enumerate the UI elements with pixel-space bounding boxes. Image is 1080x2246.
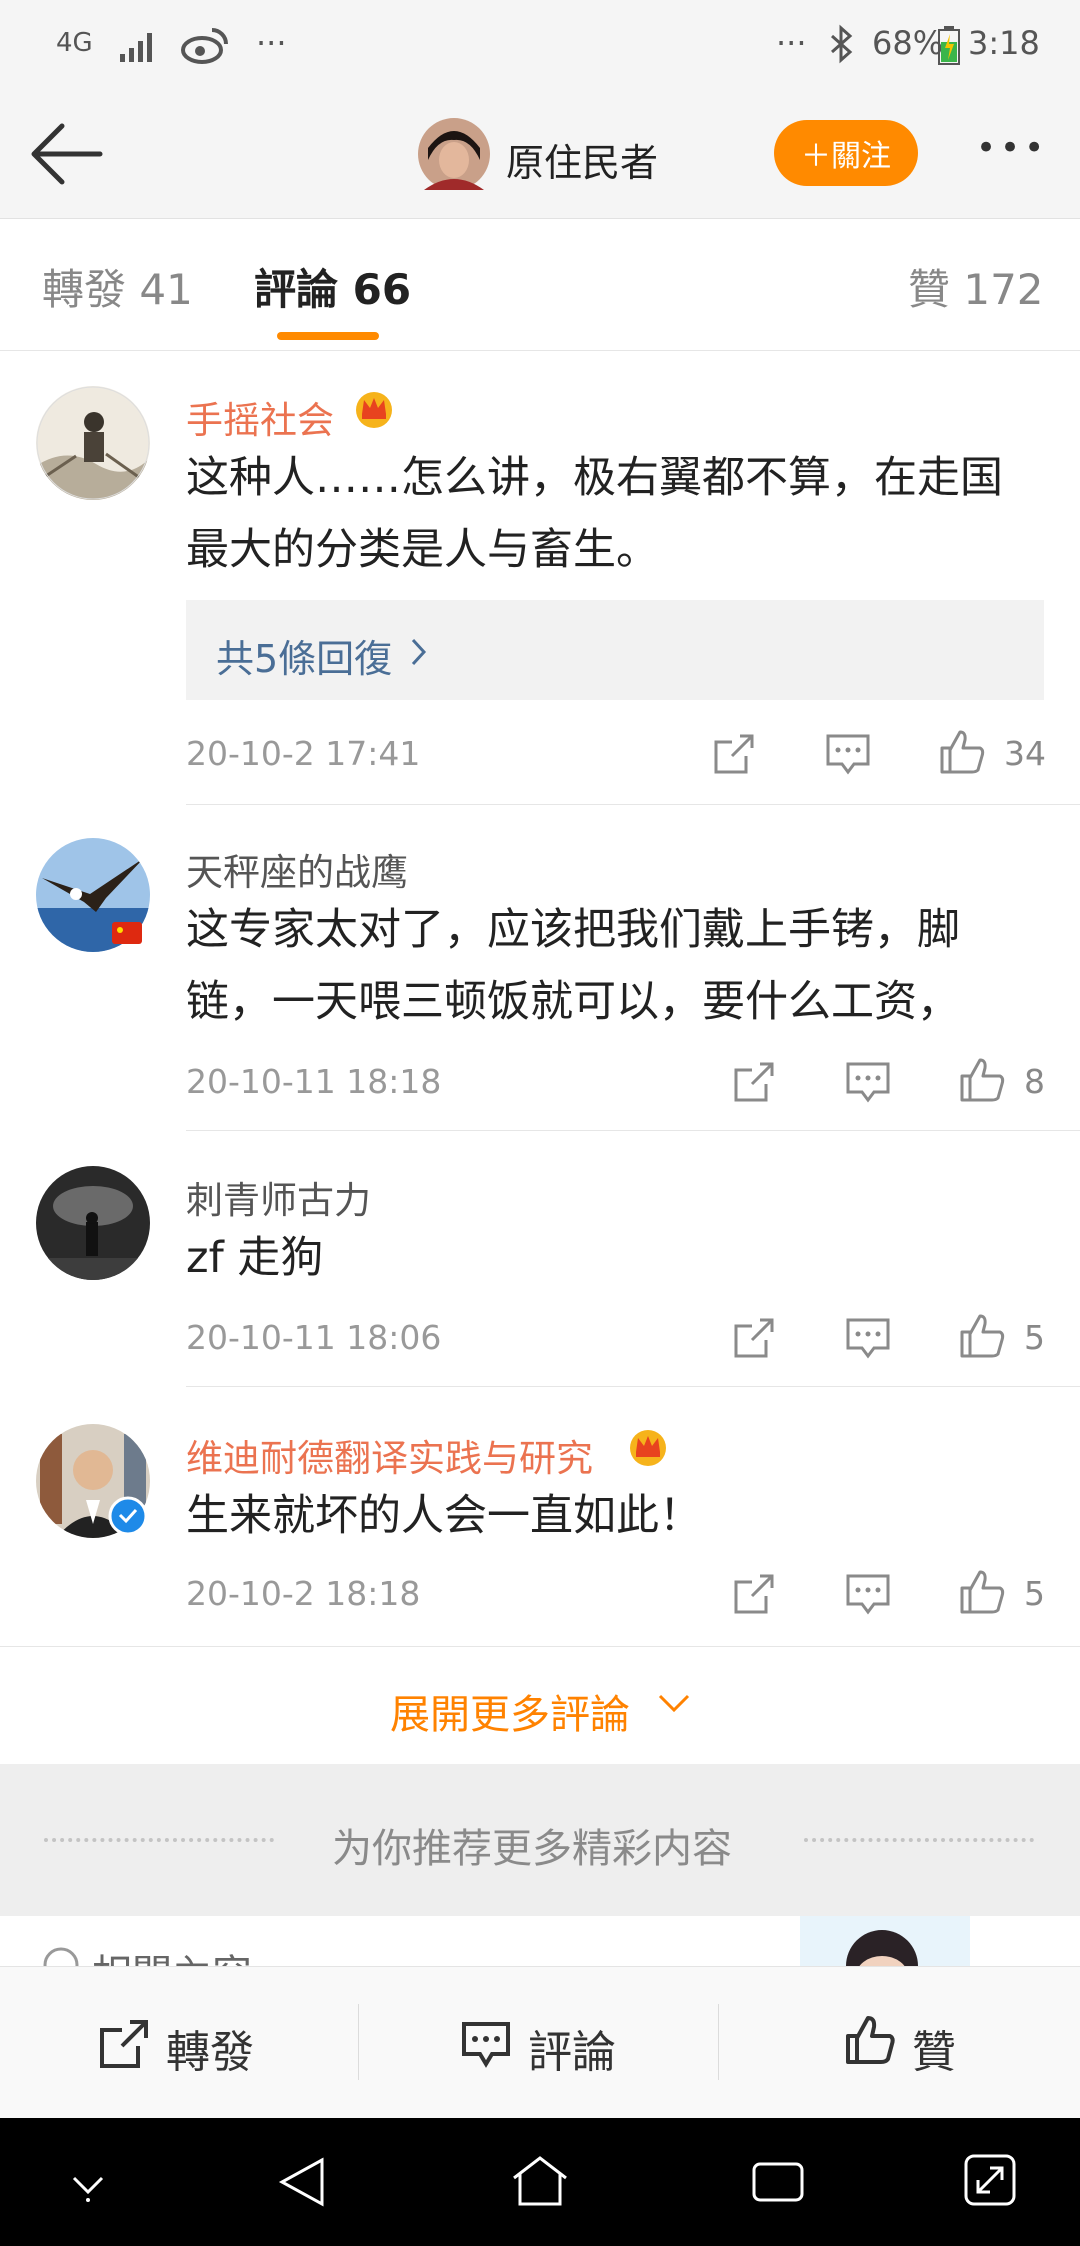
recents-nav-icon[interactable] xyxy=(750,2156,806,2208)
comment-avatar[interactable] xyxy=(36,1424,150,1538)
share-icon[interactable] xyxy=(710,730,758,778)
bar-separator xyxy=(718,2004,719,2080)
home-nav-icon[interactable] xyxy=(510,2152,570,2212)
clock: 3:18 xyxy=(968,24,1040,62)
network-indicator: 4G xyxy=(56,28,93,58)
share-icon[interactable] xyxy=(730,1570,778,1618)
like-icon[interactable] xyxy=(958,1568,1006,1616)
view-replies-link[interactable]: 共5條回復 xyxy=(216,628,392,683)
chevron-down-icon xyxy=(658,1694,690,1713)
comment-text-line: zf 走狗 xyxy=(186,1233,324,1283)
comment-divider xyxy=(186,1130,1080,1131)
like-count: 5 xyxy=(1024,1318,1045,1357)
vip-crown-icon xyxy=(630,1430,666,1466)
tab-likes[interactable]: 贊 172 xyxy=(908,256,1044,317)
comment-text-line: 生来就坏的人会一直如此！ xyxy=(186,1491,702,1541)
comment-icon[interactable] xyxy=(460,2018,512,2070)
user-avatar[interactable] xyxy=(418,118,490,190)
like-count: 5 xyxy=(1024,1574,1045,1613)
comment-text-line: 这种人……怎么讲，极右翼都不算，在走国 xyxy=(186,453,1003,503)
repost-button[interactable]: 轉發 xyxy=(166,2016,254,2080)
status-bar: 4G ··· ··· 68% 3:18 xyxy=(0,0,1080,90)
comment-divider xyxy=(186,1386,1080,1387)
comment-text-line: 这专家太对了，应该把我们戴上手铐，脚 xyxy=(186,905,960,955)
comment-icon[interactable] xyxy=(824,730,872,778)
like-icon[interactable] xyxy=(844,2014,896,2066)
comment-avatar[interactable] xyxy=(36,1166,150,1280)
comment-icon[interactable] xyxy=(844,1570,892,1618)
share-icon[interactable] xyxy=(730,1314,778,1362)
like-icon[interactable] xyxy=(938,728,986,776)
battery-percent: 68% xyxy=(872,24,944,62)
bluetooth-icon xyxy=(831,24,853,64)
bar-separator xyxy=(358,2004,359,2080)
header-user-name[interactable]: 原住民者 xyxy=(506,132,658,187)
comment-time: 20-10-11 18:18 xyxy=(186,1062,442,1101)
comment-text-line: 最大的分类是人与畜生。 xyxy=(186,525,659,575)
comment-icon[interactable] xyxy=(844,1058,892,1106)
comment-avatar[interactable] xyxy=(36,386,150,500)
recommend-text: 为你推荐更多精彩内容 xyxy=(332,1826,732,1872)
fullscreen-toggle-icon[interactable] xyxy=(962,2152,1018,2208)
tab-comments[interactable]: 評論 66 xyxy=(254,256,411,317)
like-count: 8 xyxy=(1024,1062,1045,1101)
expand-comments-link[interactable]: 展開更多評論 xyxy=(390,1682,630,1740)
comment-author[interactable]: 维迪耐德翻译实践与研究 xyxy=(186,1428,593,1482)
comment-time: 20-10-2 18:18 xyxy=(186,1574,421,1613)
comment-author[interactable]: 天秤座的战鹰 xyxy=(186,842,408,896)
comment-time: 20-10-11 18:06 xyxy=(186,1318,442,1357)
comment-author[interactable]: 刺青师古力 xyxy=(186,1170,371,1224)
comment-author[interactable]: 手摇社会 xyxy=(186,390,334,444)
comment-divider xyxy=(186,804,1080,805)
back-nav-icon[interactable] xyxy=(274,2154,330,2210)
tabs-divider xyxy=(0,350,1080,351)
dotted-divider xyxy=(804,1838,1034,1842)
comment-avatar[interactable] xyxy=(36,838,150,952)
signal-icon xyxy=(120,33,152,62)
dotted-divider xyxy=(44,1838,274,1842)
tab-repost[interactable]: 轉發 41 xyxy=(42,256,193,317)
like-icon[interactable] xyxy=(958,1312,1006,1360)
vip-crown-icon xyxy=(356,392,392,428)
chevron-right-icon xyxy=(411,638,427,666)
repost-icon[interactable] xyxy=(98,2018,150,2070)
weibo-icon xyxy=(181,28,228,64)
follow-button[interactable]: ＋關注 xyxy=(774,120,918,186)
comment-time: 20-10-2 17:41 xyxy=(186,734,421,773)
like-icon[interactable] xyxy=(958,1056,1006,1104)
comment-button[interactable]: 評論 xyxy=(528,2016,616,2080)
battery-icon xyxy=(938,26,960,65)
more-options-icon[interactable]: ••• xyxy=(976,128,1048,168)
hide-keyboard-icon[interactable] xyxy=(64,2160,112,2208)
active-tab-indicator xyxy=(277,332,379,340)
back-arrow-icon[interactable] xyxy=(28,122,104,186)
status-more-left: ··· xyxy=(256,24,287,62)
like-count: 34 xyxy=(1004,734,1046,773)
share-icon[interactable] xyxy=(730,1058,778,1106)
comment-icon[interactable] xyxy=(844,1314,892,1362)
like-button[interactable]: 贊 xyxy=(912,2016,956,2080)
comment-text-line: 链，一天喂三顿饭就可以，要什么工资， xyxy=(186,977,960,1027)
status-more-right: ··· xyxy=(776,24,807,62)
